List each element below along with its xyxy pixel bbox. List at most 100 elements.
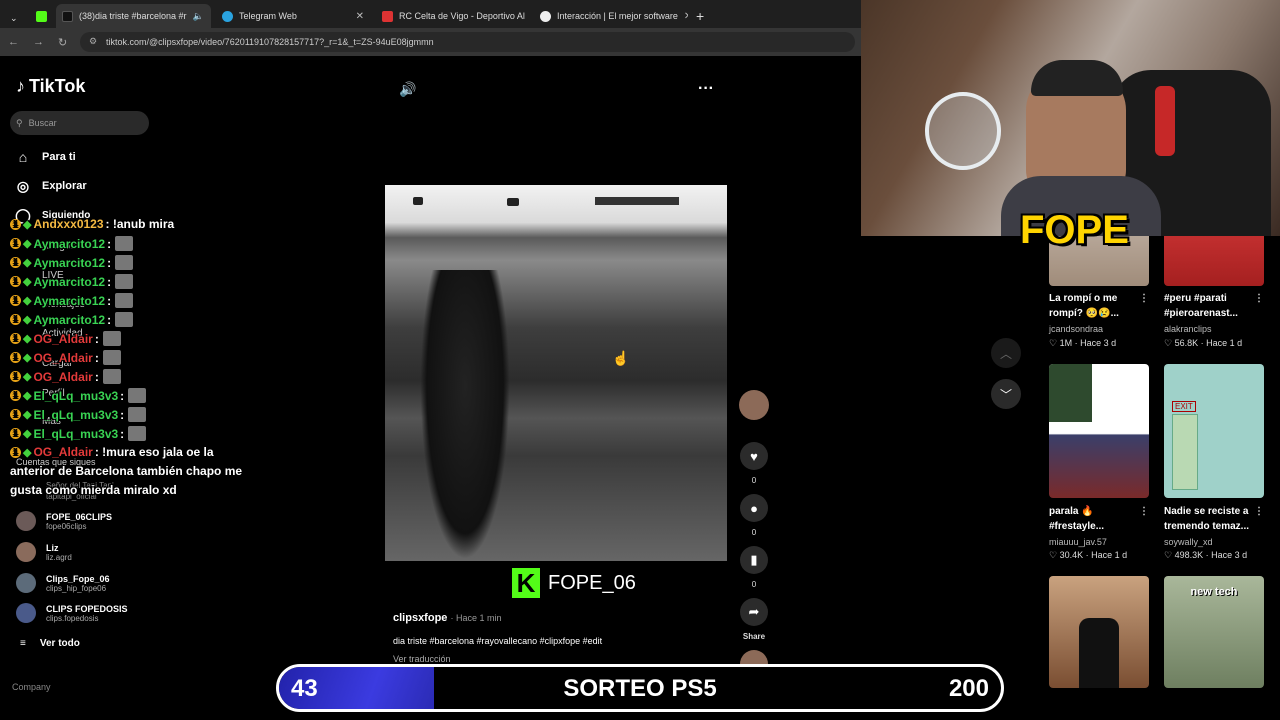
previous-video-button[interactable]: ︿ bbox=[991, 338, 1021, 368]
sub-badge-icon: 1 bbox=[10, 218, 21, 230]
url-field[interactable]: ⚙ tiktok.com/@clipsxfope/video/762011910… bbox=[80, 32, 855, 52]
more-icon[interactable]: ⋮ bbox=[1139, 291, 1149, 306]
more-icon[interactable]: ⋮ bbox=[1254, 504, 1264, 519]
chat-username[interactable]: El_qLq_mu3v3 bbox=[33, 389, 118, 403]
share-button[interactable]: ➦ Share bbox=[738, 598, 770, 641]
tab-menu-button[interactable]: ⌄ bbox=[4, 6, 26, 30]
chat-username[interactable]: Aymarcito12 bbox=[33, 275, 105, 289]
new-tab-button[interactable]: + bbox=[690, 4, 714, 28]
account-handle: fope06clips bbox=[46, 521, 87, 531]
speaker-icon[interactable]: 🔈 bbox=[193, 11, 204, 22]
video-author[interactable]: clipsxfope bbox=[393, 612, 447, 624]
gem-icon: ◆ bbox=[23, 218, 32, 231]
tiktok-logo[interactable]: ♪ TikTok bbox=[16, 76, 85, 97]
chat-username[interactable]: Aymarcito12 bbox=[33, 237, 105, 251]
video-thumbnail[interactable] bbox=[1049, 576, 1149, 688]
account-item[interactable]: FOPE_06CLIPS fope06clips bbox=[16, 511, 112, 531]
close-icon[interactable]: ✕ bbox=[356, 11, 364, 22]
chat-message: 1 ◆ Andxxx0123: !anub mira bbox=[10, 217, 174, 231]
chat-username[interactable]: Aymarcito12 bbox=[33, 256, 105, 270]
reload-icon[interactable]: ↻ bbox=[58, 36, 67, 49]
account-item[interactable]: Clips_Fope_06 clips_hip_fope06 bbox=[16, 573, 110, 593]
sub-badge-icon: 1 bbox=[10, 446, 21, 458]
url-text: tiktok.com/@clipsxfope/video/76201191078… bbox=[106, 37, 434, 47]
volume-icon[interactable]: 🔊 bbox=[399, 81, 416, 98]
creator-avatar[interactable] bbox=[738, 390, 770, 420]
forward-icon[interactable]: → bbox=[33, 36, 44, 48]
share-label: Share bbox=[742, 632, 766, 641]
grid-user[interactable]: jcandsondraa bbox=[1049, 324, 1103, 334]
like-button[interactable]: ♥ 0 bbox=[738, 442, 770, 485]
translate-link[interactable]: Ver traducción bbox=[393, 654, 451, 664]
chat-username[interactable]: OG_Aldair bbox=[33, 445, 92, 459]
chat-message: 1 ◆ OG_Aldair: bbox=[10, 350, 121, 365]
more-options-icon[interactable]: ··· bbox=[698, 80, 714, 98]
chair-stripe bbox=[1155, 86, 1175, 156]
close-icon[interactable]: ✕ bbox=[210, 11, 211, 22]
grid-title-text: Nadie se reciste a tremendo temaz... bbox=[1164, 506, 1250, 532]
grid-title[interactable]: parala 🔥 #frestayle... ⋮ bbox=[1049, 504, 1149, 534]
webcam-feed bbox=[861, 0, 1280, 236]
account-item[interactable]: CLIPS FOPEDOSIS clips.fopedosis bbox=[16, 603, 128, 623]
site-info-icon[interactable]: ⚙ bbox=[89, 36, 97, 47]
chat-username[interactable]: OG_Aldair bbox=[33, 370, 92, 384]
tab-kick[interactable] bbox=[30, 4, 52, 28]
grid-time: Hace 1 d bbox=[1091, 550, 1128, 560]
tab-telegram[interactable]: Telegram Web ✕ bbox=[216, 4, 370, 28]
company-link[interactable]: Company bbox=[12, 682, 51, 692]
grid-title[interactable]: La rompí o me rompí? 🥺😢... ⋮ bbox=[1049, 291, 1149, 321]
compass-icon: ◎ bbox=[16, 177, 30, 194]
back-icon[interactable]: ← bbox=[8, 36, 19, 48]
chat-username[interactable]: OG_Aldair bbox=[33, 351, 92, 365]
tab-interaccion[interactable]: Interacción | El mejor software ✕ bbox=[534, 4, 688, 28]
grid-title[interactable]: Nadie se reciste a tremendo temaz... ⋮ bbox=[1164, 504, 1264, 534]
chat-username[interactable]: Andxxx0123 bbox=[33, 217, 103, 231]
close-icon[interactable]: ✕ bbox=[684, 11, 688, 22]
next-video-button[interactable]: ﹀ bbox=[991, 379, 1021, 409]
nav-para-ti[interactable]: ⌂ Para ti bbox=[14, 148, 76, 166]
stadium-light bbox=[507, 198, 519, 206]
chat-message: 1 ◆ OG_Aldair: !mura eso jala oe la bbox=[10, 445, 214, 459]
video-thumbnail[interactable] bbox=[1049, 364, 1149, 498]
save-button[interactable]: ▮ 0 bbox=[738, 546, 770, 589]
more-icon[interactable]: ⋮ bbox=[1139, 504, 1149, 519]
chat-username[interactable]: Aymarcito12 bbox=[33, 313, 105, 327]
grid-user[interactable]: miauuu_jav.57 bbox=[1049, 537, 1107, 547]
grid-title[interactable]: #peru #parati #pieroarenast... ⋮ bbox=[1164, 291, 1264, 321]
avatar bbox=[739, 390, 769, 420]
tab-celta[interactable]: RC Celta de Vigo - Deportivo Al ✕ bbox=[376, 4, 528, 28]
gem-icon: ◆ bbox=[23, 409, 32, 421]
grid-user[interactable]: soywally_xd bbox=[1164, 537, 1213, 547]
grid-stats: ♡ 1M · Hace 3 d bbox=[1049, 338, 1117, 348]
emote-icon bbox=[102, 331, 121, 346]
comment-count: 0 bbox=[751, 528, 757, 537]
chat-text: : bbox=[120, 426, 125, 441]
tab-tiktok[interactable]: (38)dia triste #barcelona #r 🔈 ✕ bbox=[56, 4, 211, 28]
browser-tab-bar: ⌄ (38)dia triste #barcelona #r 🔈 ✕ Teleg… bbox=[0, 0, 861, 28]
nav-explorar[interactable]: ◎ Explorar bbox=[14, 177, 87, 195]
account-item[interactable]: Liz liz.agrd bbox=[16, 542, 72, 562]
chat-message: 1 ◆ Aymarcito12: bbox=[10, 312, 134, 327]
chat-username[interactable]: Aymarcito12 bbox=[33, 294, 105, 308]
sub-badge-icon: 1 bbox=[10, 390, 21, 401]
grid-time: Hace 3 d bbox=[1080, 338, 1117, 348]
video-thumbnail[interactable] bbox=[1164, 232, 1264, 286]
grid-user[interactable]: alakranclips bbox=[1164, 324, 1212, 334]
gem-icon: ◆ bbox=[23, 352, 32, 364]
search-placeholder: Buscar bbox=[28, 118, 57, 128]
gem-icon: ◆ bbox=[23, 428, 32, 440]
more-icon[interactable]: ⋮ bbox=[1254, 291, 1264, 306]
avatar bbox=[16, 542, 36, 562]
sub-badge-icon: 1 bbox=[10, 238, 21, 249]
chat-text: : !mura eso jala oe la bbox=[94, 445, 214, 459]
sub-badge-icon: 1 bbox=[10, 428, 21, 439]
video-thumbnail[interactable]: EXIT bbox=[1164, 364, 1264, 498]
search-input[interactable]: ⚲ Buscar bbox=[10, 111, 149, 135]
video-thumbnail[interactable]: new tech bbox=[1164, 576, 1264, 688]
chat-username[interactable]: El_qLq_mu3v3 bbox=[33, 427, 118, 441]
see-all-link[interactable]: ≡ Ver todo bbox=[20, 638, 80, 649]
sub-badge-icon: 1 bbox=[10, 409, 21, 420]
comment-button[interactable]: ● 0 bbox=[738, 494, 770, 537]
chat-username[interactable]: OG_Aldair bbox=[33, 332, 92, 346]
chat-username[interactable]: El_qLq_mu3v3 bbox=[33, 408, 118, 422]
